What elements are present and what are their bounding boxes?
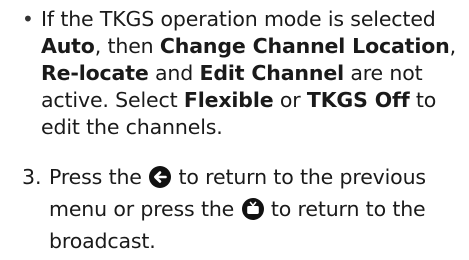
bold-tkgs-off: TKGS Off	[306, 88, 410, 112]
bullet-marker: •	[22, 7, 34, 31]
text-segment: and	[148, 61, 200, 85]
bold-flexible: Flexible	[183, 88, 274, 112]
text-segment: or	[273, 88, 307, 112]
bold-change-channel-location: Change Channel Location	[159, 34, 450, 58]
text-segment: If the TKGS operation mode is selected	[41, 7, 436, 31]
tkgs-note-text: If the TKGS operation mode is selected A…	[41, 6, 461, 141]
back-arrow-icon	[149, 166, 172, 188]
step-number: 3.	[22, 165, 42, 189]
manual-page: • If the TKGS operation mode is selected…	[0, 0, 469, 260]
text-segment: Press the	[49, 165, 149, 189]
step-3-text: Press the to return to the previous menu…	[49, 161, 469, 257]
bold-edit-channel: Edit Channel	[199, 61, 345, 85]
tv-icon	[241, 198, 264, 220]
bold-relocate: Re-locate	[41, 61, 149, 85]
text-segment: , then	[94, 34, 160, 58]
text-segment: ,	[449, 34, 457, 58]
bold-auto: Auto	[41, 34, 95, 58]
